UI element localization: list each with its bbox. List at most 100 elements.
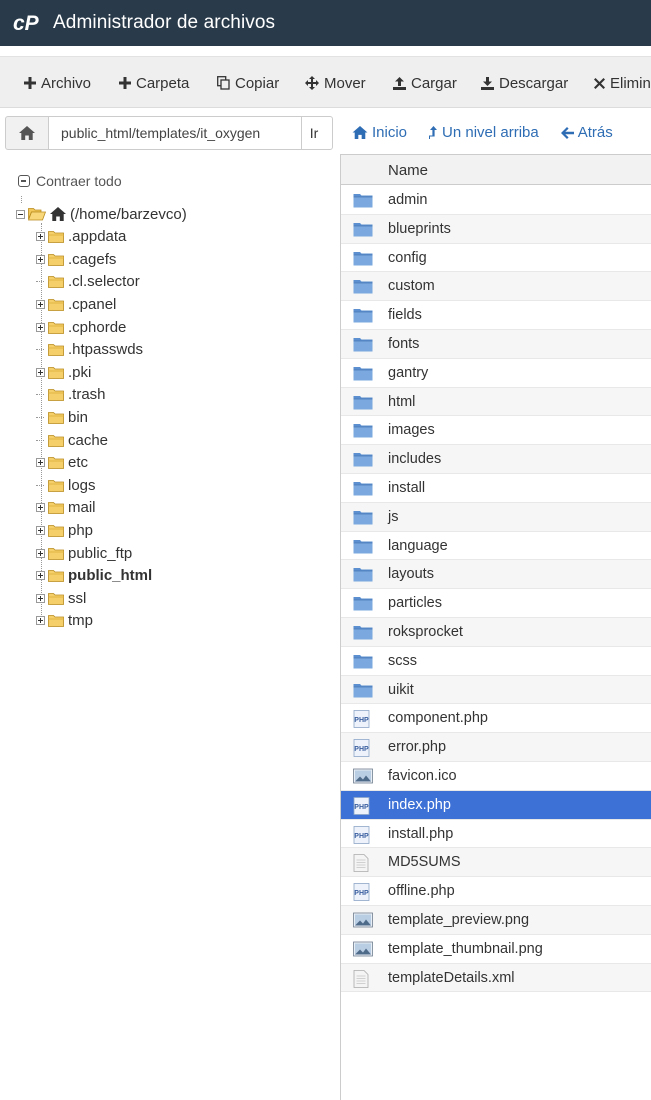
file-row[interactable]: js xyxy=(341,502,651,532)
expand-toggle[interactable] xyxy=(36,367,45,377)
tree-item[interactable]: public_html xyxy=(36,565,152,587)
file-row[interactable]: PHP index.php xyxy=(341,790,651,820)
new-file-button[interactable]: Archivo xyxy=(24,73,91,93)
file-name: MD5SUMS xyxy=(388,854,461,871)
file-row[interactable]: images xyxy=(341,416,651,446)
file-row[interactable]: PHP error.php xyxy=(341,733,651,762)
file-row[interactable]: templateDetails.xml xyxy=(341,963,651,993)
file-row[interactable]: language xyxy=(341,532,651,561)
file-name: roksprocket xyxy=(388,624,463,640)
tree-item[interactable]: tmp xyxy=(36,610,93,632)
new-folder-button[interactable]: Carpeta xyxy=(119,73,189,93)
expand-toggle[interactable] xyxy=(36,254,45,264)
expand-toggle[interactable] xyxy=(36,548,45,558)
path-input[interactable] xyxy=(49,116,301,150)
file-name: gantry xyxy=(388,364,429,381)
file-row[interactable]: fields xyxy=(341,301,651,330)
file-row[interactable]: config xyxy=(341,244,651,273)
file-row[interactable]: PHP offline.php xyxy=(341,877,651,906)
tree-item[interactable]: .trash xyxy=(36,384,106,406)
collapse-all-button[interactable]: Contraer todo xyxy=(18,173,122,189)
file-row[interactable]: gantry xyxy=(341,359,651,388)
file-row[interactable]: html xyxy=(341,387,651,417)
tree-item[interactable]: logs xyxy=(36,474,96,496)
tree-item[interactable]: .cagefs xyxy=(36,248,116,270)
go-button[interactable]: Ir xyxy=(301,116,333,150)
tree-item[interactable]: .cphorde xyxy=(36,316,126,338)
file-row[interactable]: custom xyxy=(341,272,651,302)
delete-label: Elimin xyxy=(610,74,651,92)
file-row[interactable]: template_preview.png xyxy=(341,906,651,935)
file-row[interactable]: blueprints xyxy=(341,214,651,244)
delete-button[interactable]: Elimin xyxy=(594,73,651,93)
file-row[interactable]: admin xyxy=(341,186,651,215)
tree-item[interactable]: etc xyxy=(36,452,88,474)
expand-toggle[interactable] xyxy=(36,232,45,242)
tree-item-label: logs xyxy=(68,476,96,494)
expand-toggle[interactable] xyxy=(36,458,45,468)
expand-toggle[interactable] xyxy=(36,616,45,626)
text-file-icon xyxy=(353,969,369,992)
collapse-toggle[interactable] xyxy=(16,209,25,219)
tree-root[interactable]: (/home/barzevco) xyxy=(16,203,187,225)
file-row[interactable]: includes xyxy=(341,445,651,474)
toolbar: Archivo Carpeta Copiar Mover Cargar Desc… xyxy=(0,56,651,108)
file-row[interactable]: install xyxy=(341,474,651,503)
expand-toggle[interactable] xyxy=(36,593,45,603)
upload-label: Cargar xyxy=(411,74,457,92)
svg-text:PHP: PHP xyxy=(354,717,369,724)
back-link[interactable]: Atrás xyxy=(560,124,613,141)
tree-item[interactable]: mail xyxy=(36,497,96,519)
file-row[interactable]: MD5SUMS xyxy=(341,848,651,878)
folder-icon xyxy=(48,388,68,402)
tree-item[interactable]: cache xyxy=(36,429,108,451)
upload-button[interactable]: Cargar xyxy=(393,73,457,93)
tree-item[interactable]: php xyxy=(36,519,93,541)
tree-connector xyxy=(36,390,45,399)
tree-item[interactable]: .pki xyxy=(36,361,91,383)
tree-item[interactable]: ssl xyxy=(36,587,86,609)
file-row[interactable]: PHP install.php xyxy=(341,820,651,849)
download-label: Descargar xyxy=(499,74,569,92)
folder-icon xyxy=(48,614,68,628)
home-link[interactable]: Inicio xyxy=(352,124,407,141)
up-one-level-link[interactable]: Un nivel arriba xyxy=(429,124,539,141)
move-button[interactable]: Mover xyxy=(305,73,366,93)
file-row[interactable]: uikit xyxy=(341,675,651,705)
expand-toggle[interactable] xyxy=(36,571,45,581)
folder-icon xyxy=(48,434,68,447)
folder-icon xyxy=(353,480,373,500)
home-directory-button[interactable] xyxy=(5,116,49,150)
home-icon xyxy=(352,126,368,139)
folder-icon xyxy=(353,624,373,644)
tree-item-label: mail xyxy=(68,499,96,517)
image-file-icon xyxy=(353,941,373,961)
tree-item[interactable]: .cpanel xyxy=(36,293,116,315)
expand-toggle[interactable] xyxy=(36,322,45,332)
folder-icon xyxy=(353,538,373,558)
file-row[interactable]: roksprocket xyxy=(341,618,651,647)
tree-item[interactable]: .htpasswds xyxy=(36,339,143,361)
tree-item[interactable]: .appdata xyxy=(36,226,126,248)
file-row[interactable]: favicon.ico xyxy=(341,762,651,791)
folder-icon xyxy=(48,230,68,243)
expand-toggle[interactable] xyxy=(36,299,45,309)
file-row[interactable]: layouts xyxy=(341,560,651,590)
name-column-header[interactable]: Name xyxy=(388,162,428,179)
tree-item-label: .cagefs xyxy=(68,250,117,268)
expand-toggle[interactable] xyxy=(36,503,45,513)
file-row[interactable]: template_thumbnail.png xyxy=(341,935,651,964)
file-row[interactable]: fonts xyxy=(341,330,651,359)
file-row[interactable]: scss xyxy=(341,647,651,676)
file-row[interactable]: PHP component.php xyxy=(341,704,651,734)
expand-toggle[interactable] xyxy=(36,525,45,535)
folder-icon xyxy=(353,566,373,586)
cpanel-logo[interactable]: cP xyxy=(13,11,45,35)
tree-item[interactable]: .cl.selector xyxy=(36,271,140,293)
copy-button[interactable]: Copiar xyxy=(217,73,279,93)
tree-item[interactable]: bin xyxy=(36,406,88,428)
download-button[interactable]: Descargar xyxy=(481,73,568,93)
tree-item[interactable]: public_ftp xyxy=(36,542,132,564)
file-row[interactable]: particles xyxy=(341,589,651,618)
folder-icon xyxy=(48,321,68,334)
